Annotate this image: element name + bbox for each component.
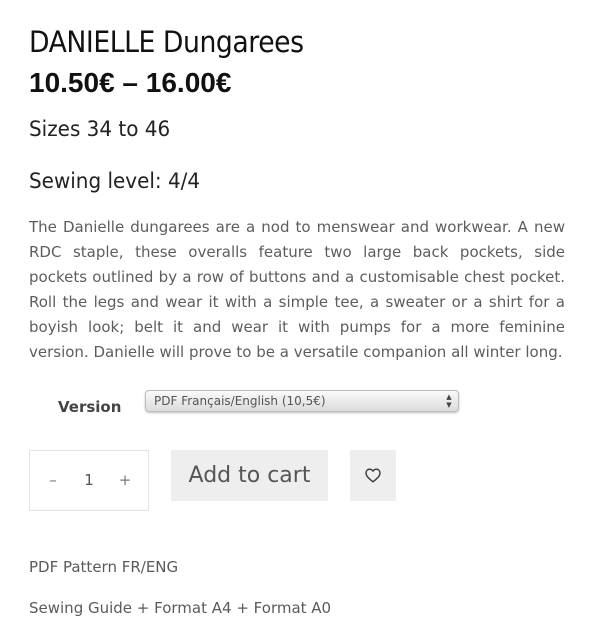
add-to-cart-button[interactable]: Add to cart (171, 450, 328, 501)
sewing-level-text: Sewing level: 4/4 (29, 169, 201, 193)
wishlist-button[interactable] (350, 450, 396, 501)
version-select-value: PDF Français/English (10,5€) (154, 394, 326, 408)
price-range: 10.50€ – 16.00€ (29, 67, 232, 98)
heart-outline-icon (365, 468, 381, 483)
pattern-format-text: PDF Pattern FR/ENG (29, 558, 179, 576)
select-arrows-icon: ▲ ▼ (446, 393, 452, 409)
version-label: Version (58, 398, 122, 416)
quantity-increase-button[interactable]: + (110, 451, 140, 510)
product-description: The Danielle dungarees are a nod to mens… (29, 218, 565, 361)
pattern-contents-text: Sewing Guide + Format A4 + Format A0 (29, 599, 332, 617)
quantity-input[interactable]: 1 (68, 451, 110, 510)
quantity-decrease-button[interactable]: – (38, 451, 68, 510)
sizes-text: Sizes 34 to 46 (29, 117, 171, 141)
product-title: DANIELLE Dungarees (29, 25, 304, 59)
version-select[interactable]: PDF Français/English (10,5€) ▲ ▼ (145, 390, 459, 412)
quantity-stepper: – 1 + (29, 450, 149, 511)
